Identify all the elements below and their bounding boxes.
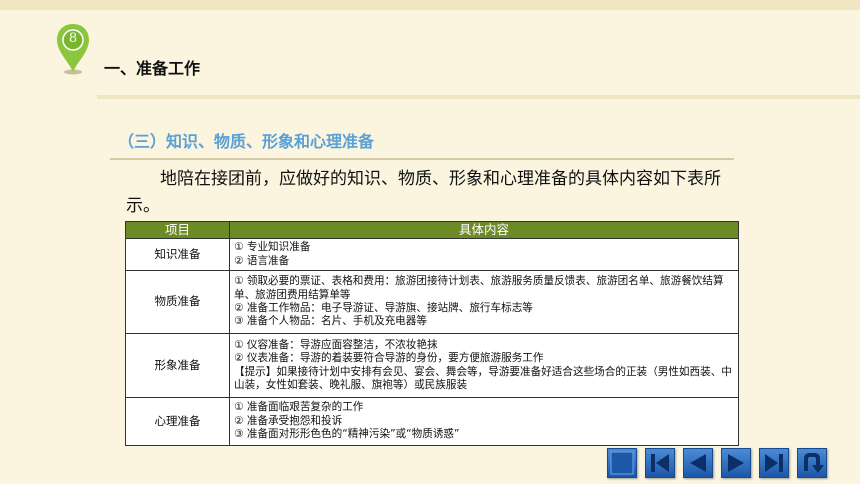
table-row: 知识准备 ① 专业知识准备 ② 语言准备 bbox=[125, 238, 739, 271]
content-line: ② 仪表准备：导游的着装要符合导游的身份，要方便旅游服务工作 bbox=[234, 352, 544, 365]
slide-number: 8 bbox=[68, 31, 78, 46]
content-line: ① 专业知识准备 bbox=[234, 241, 311, 254]
next-slide-icon bbox=[728, 454, 744, 472]
table-row: 形象准备 ① 仪容准备：导游应面容整洁，不浓妆艳抹 ② 仪表准备：导游的着装要符… bbox=[125, 333, 739, 398]
row-category: 心理准备 bbox=[125, 397, 230, 446]
return-button[interactable] bbox=[797, 448, 827, 478]
row-category: 形象准备 bbox=[125, 333, 230, 398]
row-category: 知识准备 bbox=[125, 238, 230, 271]
last-slide-button[interactable] bbox=[759, 448, 789, 478]
top-band bbox=[0, 0, 860, 10]
content-line: ② 语言准备 bbox=[234, 254, 290, 267]
previous-slide-icon bbox=[690, 454, 706, 472]
content-line: ② 准备承受抱怨和投诉 bbox=[234, 414, 343, 427]
section-divider bbox=[110, 158, 734, 160]
stop-icon bbox=[610, 451, 634, 475]
table-row: 物质准备 ① 领取必要的票证、表格和费用：旅游团接待计划表、旅游服务质量反馈表、… bbox=[125, 270, 739, 334]
row-content: ① 准备面临艰苦复杂的工作 ② 准备承受抱怨和投诉 ③ 准备面对形形色色的“精神… bbox=[229, 397, 739, 446]
slide-number-badge: 8 bbox=[55, 22, 91, 76]
content-line: ① 准备面临艰苦复杂的工作 bbox=[234, 401, 364, 414]
content-line: ① 仪容准备：导游应面容整洁，不浓妆艳抹 bbox=[234, 338, 438, 351]
column-header-content: 具体内容 bbox=[229, 221, 739, 239]
preparation-table: 项目 具体内容 知识准备 ① 专业知识准备 ② 语言准备 物质准备 ① 领取必要… bbox=[125, 221, 739, 446]
first-slide-button[interactable] bbox=[645, 448, 675, 478]
return-icon bbox=[804, 453, 824, 473]
last-slide-icon bbox=[765, 454, 783, 472]
content-line: ② 准备工作物品：电子导游证、导游旗、接站牌、旅行车标志等 bbox=[234, 302, 533, 314]
content-line: ③ 准备个人物品：名片、手机及充电器等 bbox=[234, 315, 427, 328]
row-content: ① 领取必要的票证、表格和费用：旅游团接待计划表、旅游服务质量反馈表、旅游团名单… bbox=[229, 270, 739, 334]
content-line: ③ 准备面对形形色色的“精神污染”或“物质诱惑” bbox=[234, 428, 460, 441]
row-content: ① 专业知识准备 ② 语言准备 bbox=[229, 238, 739, 271]
row-content: ① 仪容准备：导游应面容整洁，不浓妆艳抹 ② 仪表准备：导游的着装要符合导游的身… bbox=[229, 333, 739, 398]
row-category: 物质准备 bbox=[125, 270, 230, 334]
intro-paragraph: 地陪在接团前，应做好的知识、物质、形象和心理准备的具体内容如下表所示。 bbox=[126, 169, 721, 216]
content-line: ① 领取必要的票证、表格和费用：旅游团接待计划表、旅游服务质量反馈表、旅游团名单… bbox=[234, 275, 724, 301]
stop-button[interactable] bbox=[607, 448, 637, 478]
table-header-row: 项目 具体内容 bbox=[125, 221, 739, 239]
header-divider bbox=[97, 95, 860, 99]
content-line: 【提示】如果接待计划中安排有会见、宴会、舞会等，导游要准备好适合这些场合的正装（… bbox=[234, 365, 732, 391]
section-heading: （三）知识、物质、形象和心理准备 bbox=[118, 132, 375, 151]
previous-slide-button[interactable] bbox=[683, 448, 713, 478]
column-header-item: 项目 bbox=[125, 221, 230, 239]
next-slide-button[interactable] bbox=[721, 448, 751, 478]
page-title: 一、准备工作 bbox=[104, 59, 201, 78]
table-row: 心理准备 ① 准备面临艰苦复杂的工作 ② 准备承受抱怨和投诉 ③ 准备面对形形色… bbox=[125, 397, 739, 446]
first-slide-icon bbox=[651, 454, 669, 472]
